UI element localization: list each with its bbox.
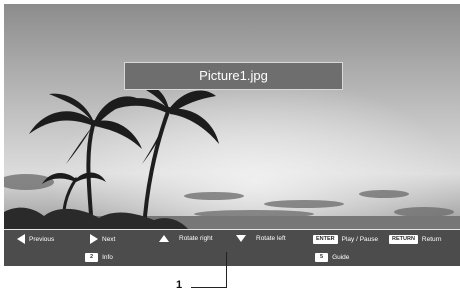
number-2-key-icon: 2: [85, 253, 99, 262]
next-label: Next: [102, 235, 116, 243]
control-bar: Previous Next Rotate right Rotate left E…: [4, 229, 460, 266]
previous-control[interactable]: Previous: [17, 234, 54, 244]
guide-label: Guide: [332, 254, 350, 261]
photo-title-banner: Picture1.jpg: [124, 62, 343, 90]
return-control[interactable]: RETURN Return: [389, 235, 441, 244]
guide-control[interactable]: 5 Guide: [315, 253, 349, 262]
play-pause-control[interactable]: ENTER Play / Pause: [313, 235, 378, 244]
arrow-right-icon: [90, 234, 98, 244]
photo-viewer-image: [4, 4, 460, 230]
info-control[interactable]: 2 Info: [85, 253, 113, 262]
return-label: Return: [421, 236, 442, 243]
number-5-key-icon: 5: [315, 253, 329, 262]
arrow-up-icon: [159, 235, 169, 242]
tv-screen: Picture1.jpg Previous Next Rotate right …: [4, 4, 460, 266]
arrow-left-icon: [17, 234, 25, 244]
return-key-icon: RETURN: [389, 235, 418, 244]
info-label: Info: [102, 254, 113, 261]
next-control[interactable]: Next: [90, 234, 115, 244]
rotate-left-control[interactable]: Rotate left: [236, 235, 286, 242]
rotate-left-label: Rotate left: [256, 235, 286, 242]
play-pause-label: Play / Pause: [341, 236, 379, 243]
callout-number: 1: [176, 279, 183, 291]
rotate-right-control[interactable]: Rotate right: [159, 235, 213, 242]
rotate-right-label: Rotate right: [179, 235, 213, 242]
previous-label: Previous: [29, 235, 55, 243]
enter-key-icon: ENTER: [313, 235, 338, 244]
callout-leader-horizontal: [191, 287, 227, 288]
callout-leader-vertical: [226, 252, 227, 288]
arrow-down-icon: [236, 235, 246, 242]
